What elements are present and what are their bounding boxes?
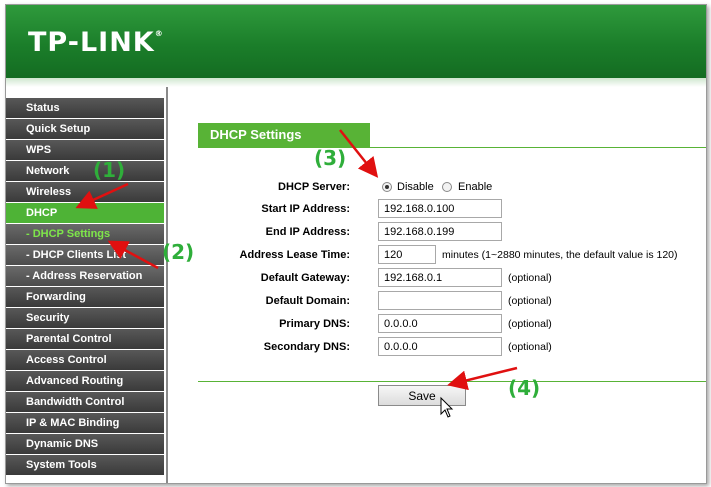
end-ip-row: End IP Address: 192.168.0.199 (168, 222, 706, 242)
sidebar-item-status[interactable]: Status (6, 98, 164, 118)
gateway-hint: (optional) (508, 272, 552, 284)
sidebar-item-network[interactable]: Network (6, 161, 164, 181)
radio-enable[interactable] (442, 182, 452, 192)
domain-input[interactable] (378, 291, 502, 310)
end-ip-label: End IP Address: (265, 226, 350, 238)
secondary-dns-row: Secondary DNS: 0.0.0.0 (optional) (168, 337, 706, 357)
radio-enable-label: Enable (458, 181, 493, 193)
section-title: DHCP Settings (198, 123, 370, 147)
annotation-step-3: (3) (314, 146, 347, 170)
lease-time-label: Address Lease Time: (239, 249, 350, 261)
sidebar-item-wps[interactable]: WPS (6, 140, 164, 160)
sidebar-item-dynamic-dns[interactable]: Dynamic DNS (6, 434, 164, 454)
domain-label: Default Domain: (265, 295, 350, 307)
annotation-step-1: (1) (93, 158, 126, 182)
primary-dns-hint: (optional) (508, 318, 552, 330)
lease-time-input[interactable]: 120 (378, 245, 436, 264)
primary-dns-label: Primary DNS: (279, 318, 350, 330)
domain-row: Default Domain: (optional) (168, 291, 706, 311)
start-ip-input[interactable]: 192.168.0.100 (378, 199, 502, 218)
sidebar-item-parental-control[interactable]: Parental Control (6, 329, 164, 349)
sidebar-item-wireless[interactable]: Wireless (6, 182, 164, 202)
dhcp-server-label: DHCP Server: (278, 181, 350, 193)
sidebar-item-dhcp-clients-list[interactable]: - DHCP Clients List (6, 245, 164, 265)
sidebar-item-security[interactable]: Security (6, 308, 164, 328)
tp-link-logo: TP-LINK® (28, 27, 164, 58)
end-ip-input[interactable]: 192.168.0.199 (378, 222, 502, 241)
start-ip-row: Start IP Address: 192.168.0.100 (168, 199, 706, 219)
secondary-dns-hint: (optional) (508, 341, 552, 353)
primary-dns-input[interactable]: 0.0.0.0 (378, 314, 502, 333)
gateway-label: Default Gateway: (260, 272, 350, 284)
radio-disable[interactable] (382, 182, 392, 192)
section-title-underline (198, 147, 706, 148)
domain-hint: (optional) (508, 295, 552, 307)
save-button[interactable]: Save (378, 385, 466, 406)
sidebar-item-bandwidth-control[interactable]: Bandwidth Control (6, 392, 164, 412)
dhcp-server-row: DHCP Server: Disable Enable (168, 177, 706, 197)
sidebar-item-ip-mac-binding[interactable]: IP & MAC Binding (6, 413, 164, 433)
sidebar-item-access-control[interactable]: Access Control (6, 350, 164, 370)
secondary-dns-label: Secondary DNS: (263, 341, 350, 353)
gateway-row: Default Gateway: 192.168.0.1 (optional) (168, 268, 706, 288)
primary-dns-row: Primary DNS: 0.0.0.0 (optional) (168, 314, 706, 334)
sidebar-item-dhcp[interactable]: DHCP (6, 203, 164, 223)
form-bottom-divider (198, 381, 706, 382)
sidebar-item-dhcp-settings[interactable]: - DHCP Settings (6, 224, 164, 244)
trademark-symbol: ® (154, 29, 164, 38)
sidebar-item-system-tools[interactable]: System Tools (6, 455, 164, 475)
lease-time-row: Address Lease Time: 120 minutes (1~2880 … (168, 245, 706, 265)
header-stripe (6, 78, 706, 87)
lease-time-hint: minutes (1~2880 minutes, the default val… (442, 249, 678, 261)
router-admin-window: TP-LINK® Status Quick Setup WPS Network Wire… (5, 4, 707, 484)
main-content: DHCP Settings DHCP Server: Disable Enabl… (168, 87, 706, 483)
start-ip-label: Start IP Address: (261, 203, 350, 215)
sidebar-item-advanced-routing[interactable]: Advanced Routing (6, 371, 164, 391)
logo-text: TP-LINK (28, 27, 155, 58)
annotation-step-2: (2) (162, 240, 195, 264)
sidebar-item-address-reservation[interactable]: - Address Reservation (6, 266, 164, 286)
header-banner: TP-LINK® (6, 5, 706, 78)
secondary-dns-input[interactable]: 0.0.0.0 (378, 337, 502, 356)
annotation-step-4: (4) (508, 376, 541, 400)
sidebar-item-forwarding[interactable]: Forwarding (6, 287, 164, 307)
sidebar-item-quick-setup[interactable]: Quick Setup (6, 119, 164, 139)
radio-disable-label: Disable (397, 181, 434, 193)
gateway-input[interactable]: 192.168.0.1 (378, 268, 502, 287)
sidebar-nav: Status Quick Setup WPS Network Wireless DHCP -… (6, 98, 164, 476)
